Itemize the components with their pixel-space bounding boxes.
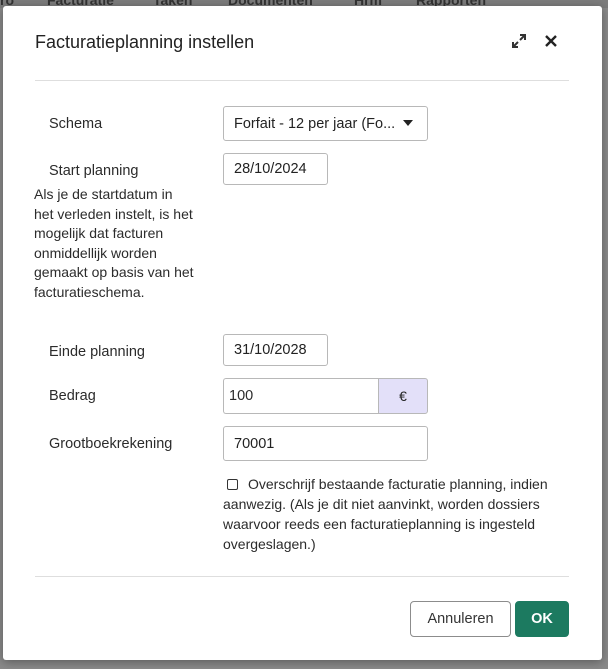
expand-icon[interactable] <box>508 30 530 52</box>
end-date-value: 31/10/2028 <box>234 342 307 358</box>
header-divider <box>35 80 569 81</box>
overwrite-option: Overschrijf bestaande facturatie plannin… <box>223 474 573 554</box>
currency-addon: € <box>378 378 428 414</box>
schema-label: Schema <box>49 116 103 132</box>
amount-input[interactable]: 100 <box>223 378 378 414</box>
start-date-help-text: Als je de startdatum in het verleden ins… <box>34 186 194 300</box>
dialog-header: Facturatieplanning instellen <box>3 6 602 80</box>
chevron-down-icon <box>403 120 413 126</box>
planning-dialog: Facturatieplanning instellen Schema Forf… <box>3 6 602 660</box>
overwrite-checkbox[interactable] <box>227 479 238 490</box>
cancel-button[interactable]: Annuleren <box>410 601 511 637</box>
ledger-value: 70001 <box>234 435 275 452</box>
ok-button[interactable]: OK <box>515 601 569 637</box>
start-date-input[interactable]: 28/10/2024 <box>223 153 328 185</box>
end-planning-label: Einde planning <box>49 344 145 360</box>
start-planning-label: Start planning <box>49 163 139 179</box>
amount-label: Bedrag <box>49 388 96 404</box>
schema-value: Forfait - 12 per jaar (Fo... <box>234 115 396 132</box>
dialog-title: Facturatieplanning instellen <box>35 32 255 52</box>
ledger-label: Grootboekrekening <box>49 436 173 452</box>
amount-value: 100 <box>229 388 254 404</box>
start-date-value: 28/10/2024 <box>234 161 307 177</box>
amount-input-group: 100 € <box>223 378 428 414</box>
overwrite-text: Overschrijf bestaande facturatie plannin… <box>223 476 548 552</box>
footer-divider <box>35 576 569 577</box>
schema-select[interactable]: Forfait - 12 per jaar (Fo... <box>223 106 428 141</box>
close-icon[interactable] <box>540 30 562 52</box>
ledger-input[interactable]: 70001 <box>223 426 428 461</box>
end-date-input[interactable]: 31/10/2028 <box>223 334 328 366</box>
